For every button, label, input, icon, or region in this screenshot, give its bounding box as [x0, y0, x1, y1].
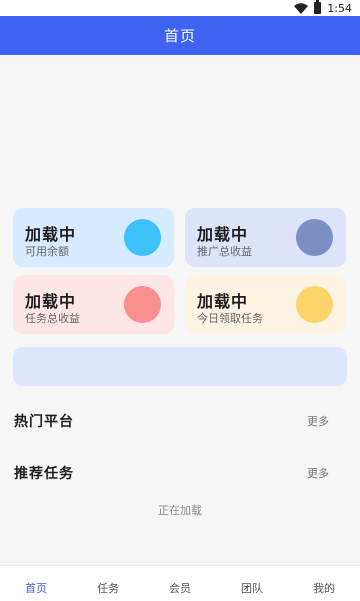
tab-membership[interactable]: 会员 — [144, 566, 216, 601]
promotion-icon — [296, 219, 333, 256]
stat-label: 可用余额 — [25, 245, 69, 258]
stat-label: 今日领取任务 — [197, 312, 263, 325]
section-title: 推荐任务 — [14, 466, 74, 482]
stat-card-promotion-earnings[interactable]: 加载中 推广总收益 — [185, 208, 346, 267]
status-indicators: 1:54 — [294, 0, 352, 15]
section-recommended-tasks: 推荐任务 更多 — [0, 463, 360, 483]
stat-card-available-balance[interactable]: 加载中 可用余额 — [13, 208, 174, 267]
stat-value: 加载中 — [25, 225, 77, 244]
tab-mine[interactable]: 我的 — [288, 566, 360, 601]
stat-card-task-earnings[interactable]: 加载中 任务总收益 — [13, 275, 174, 334]
battery-icon — [314, 0, 322, 14]
banner[interactable] — [13, 347, 347, 386]
status-bar: 1:54 — [0, 0, 360, 16]
page-title: 首页 — [163, 27, 196, 45]
bottom-tab-bar: 首页 任务 会员 团队 我的 — [0, 565, 360, 601]
app-header: 首页 — [0, 16, 360, 55]
more-link[interactable]: 更多 — [307, 465, 329, 481]
tab-team[interactable]: 团队 — [216, 566, 288, 601]
loading-text: 正在加载 — [158, 504, 202, 517]
wifi-icon — [294, 2, 309, 14]
stat-label: 任务总收益 — [25, 312, 80, 325]
stat-value: 加载中 — [197, 225, 249, 244]
today-tasks-icon — [296, 286, 333, 323]
tab-tasks[interactable]: 任务 — [72, 566, 144, 601]
status-time: 1:54 — [327, 1, 352, 15]
stat-value: 加载中 — [197, 292, 249, 311]
section-title: 热门平台 — [14, 414, 74, 430]
tab-home[interactable]: 首页 — [0, 566, 72, 601]
stat-label: 推广总收益 — [197, 245, 252, 258]
stat-value: 加载中 — [25, 292, 77, 311]
more-link[interactable]: 更多 — [307, 413, 329, 429]
section-hot-platforms: 热门平台 更多 — [0, 411, 360, 431]
task-earnings-icon — [124, 286, 161, 323]
stat-card-today-tasks[interactable]: 加载中 今日领取任务 — [185, 275, 346, 334]
balance-icon — [124, 219, 161, 256]
